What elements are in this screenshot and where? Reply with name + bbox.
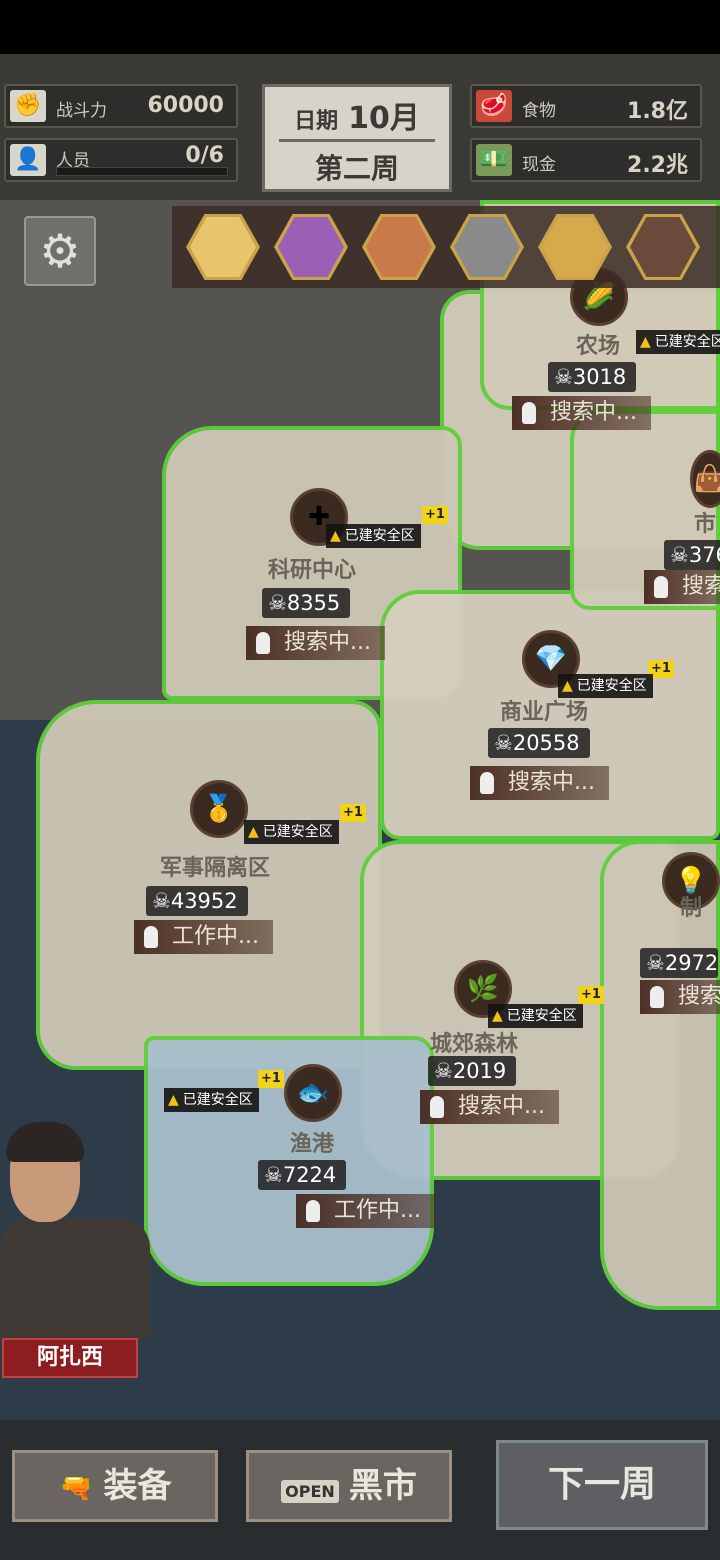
gun-icon: 🔫	[58, 1471, 94, 1504]
zone-name-farm: 农场	[576, 334, 621, 359]
threat-mall: ☠20558	[488, 728, 590, 758]
zone-name-east-top: 市	[694, 512, 717, 537]
date-panel: 日期 10月 第二周	[262, 84, 452, 192]
equipment-button[interactable]: 🔫 装备	[12, 1450, 218, 1522]
zone-name-forest: 城郊森林	[430, 1032, 519, 1057]
safe-badge-research: ▲ 已建安全区	[326, 524, 421, 548]
date-label: 日期	[294, 109, 339, 134]
status-forest[interactable]: 搜索中...	[420, 1090, 559, 1124]
threat-research: ☠8355	[262, 588, 351, 618]
date-month: 10月	[348, 101, 420, 136]
leader-name: 阿扎西	[2, 1338, 138, 1378]
status-research[interactable]: 搜索中...	[246, 626, 385, 660]
safe-badge-farm: ▲ 已建安全区	[636, 330, 720, 354]
food-stat: 🥩 食物 1.8亿	[470, 84, 702, 128]
status-east-mid[interactable]: 搜索	[640, 980, 720, 1014]
threat-east-mid: ☠2972	[640, 948, 719, 978]
game-screen: ✊ 战斗力 60000 👤 人员 0/6 🥩 食物 1.8亿 💵 现金 2.2兆…	[0, 0, 720, 1560]
cash-label: 现金	[522, 155, 556, 175]
settings-gear-icon[interactable]: ⚙	[24, 216, 96, 286]
cash-icon: 💵	[476, 144, 512, 176]
date-week: 第二周	[314, 152, 399, 185]
portrait-blonde-man[interactable]	[538, 214, 612, 280]
zone-name-east-mid: 制	[680, 896, 703, 921]
status-military[interactable]: 工作中...	[134, 920, 273, 954]
status-bar	[0, 0, 720, 54]
food-value: 1.8亿	[627, 99, 688, 124]
personnel-value: 0/6	[185, 143, 224, 168]
plus-badge-forest: +1	[578, 986, 604, 1004]
cash-value: 2.2兆	[627, 153, 688, 178]
zone-name-harbor: 渔港	[290, 1132, 335, 1157]
gold-icon[interactable]: 🥇	[190, 780, 248, 838]
status-mall[interactable]: 搜索中...	[470, 766, 609, 800]
leader-avatar[interactable]	[0, 1122, 150, 1340]
food-label: 食物	[522, 101, 556, 121]
safe-badge-harbor: ▲ 已建安全区	[164, 1088, 259, 1112]
portrait-hat-man[interactable]	[450, 214, 524, 280]
plus-badge-harbor: +1	[258, 1070, 284, 1088]
threat-farm: ☠3018	[548, 362, 637, 392]
zone-name-research: 科研中心	[268, 558, 357, 583]
power-stat: ✊ 战斗力 60000	[4, 84, 238, 128]
portrait-purple-hair-girl[interactable]	[274, 214, 348, 280]
next-week-button[interactable]: 下一周	[496, 1440, 708, 1530]
cash-stat: 💵 现金 2.2兆	[470, 138, 702, 182]
portrait-blonde-girl[interactable]	[186, 214, 260, 280]
safe-badge-military: ▲ 已建安全区	[244, 820, 339, 844]
power-value: 60000	[147, 93, 224, 118]
meat-icon: 🥩	[476, 90, 512, 122]
plus-badge-military: +1	[340, 804, 366, 822]
fist-icon: ✊	[10, 90, 46, 122]
status-east-top[interactable]: 搜索	[644, 570, 720, 604]
power-label: 战斗力	[56, 101, 107, 121]
status-farm[interactable]: 搜索中...	[512, 396, 651, 430]
portrait-bearded-man[interactable]	[626, 214, 700, 280]
zone-military[interactable]	[36, 700, 382, 1070]
plus-badge-research: +1	[422, 506, 448, 524]
personnel-bar	[56, 167, 228, 176]
threat-east-top: ☠376	[664, 540, 720, 570]
personnel-stat: 👤 人员 0/6	[4, 138, 238, 182]
safe-badge-forest: ▲ 已建安全区	[488, 1004, 583, 1028]
threat-military: ☠43952	[146, 886, 248, 916]
fish-icon[interactable]: 🐟	[284, 1064, 342, 1122]
threat-forest: ☠2019	[428, 1056, 517, 1086]
black-market-button[interactable]: OPEN 黑市	[246, 1450, 452, 1522]
portrait-glasses-boy[interactable]	[362, 214, 436, 280]
threat-harbor: ☠7224	[258, 1160, 347, 1190]
person-icon: 👤	[10, 144, 46, 176]
zone-name-mall: 商业广场	[500, 700, 589, 725]
status-harbor[interactable]: 工作中...	[296, 1194, 435, 1228]
zone-name-military: 军事隔离区	[160, 856, 271, 881]
team-portraits	[172, 206, 720, 288]
open-sign-icon: OPEN	[281, 1480, 339, 1503]
